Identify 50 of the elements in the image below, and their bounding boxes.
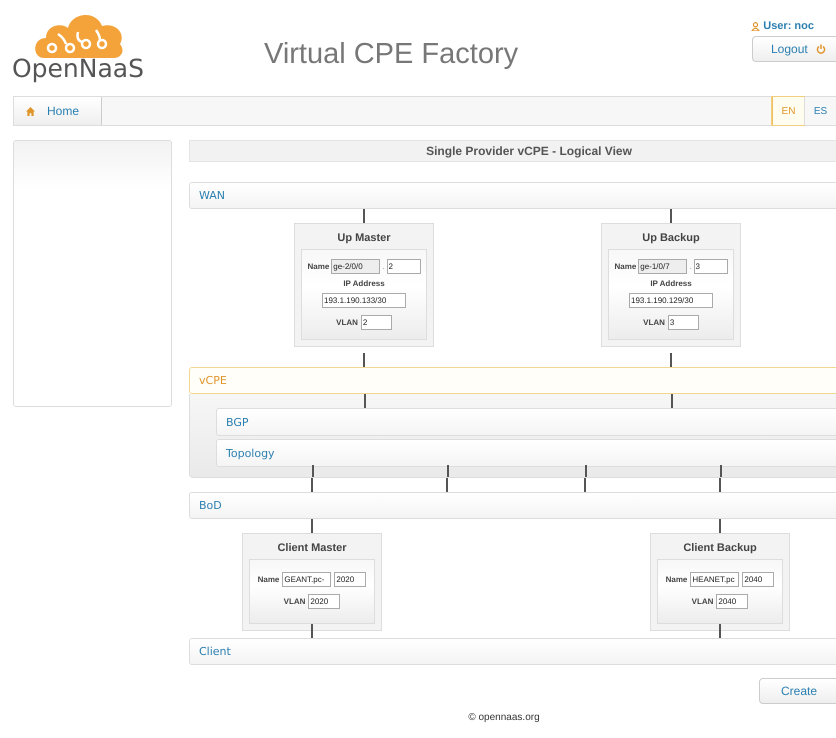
subsection-title: BGP	[226, 416, 249, 428]
field-label: Name	[258, 575, 280, 584]
section-title: WAN	[199, 189, 226, 202]
separator-text: .	[382, 262, 385, 271]
field-label: VLAN	[336, 318, 358, 327]
name-field[interactable]: GEANT.pc-	[282, 572, 332, 587]
unit-field[interactable]: 3	[694, 259, 728, 274]
user-icon	[751, 22, 760, 30]
ip-field[interactable]: 193.1.190.129/30	[629, 293, 713, 308]
home-button[interactable]: Home	[14, 97, 102, 125]
field-label: Name	[614, 262, 636, 271]
section-bar[interactable]: WAN	[189, 182, 836, 209]
subsection-bar[interactable]: Topology	[216, 439, 836, 467]
user-label: User: noc	[751, 20, 836, 32]
field-label: VLAN	[643, 318, 665, 327]
vlan-field[interactable]: 2020	[308, 594, 340, 609]
card-title: Up Backup	[642, 231, 700, 246]
separator-text: .	[689, 262, 692, 271]
unit-field[interactable]: 2040	[742, 572, 774, 587]
name-field[interactable]: HEANET.pc	[690, 572, 740, 587]
subsection-bar[interactable]: BGP	[216, 408, 836, 436]
vlan-field[interactable]: 3	[668, 315, 699, 330]
footer-text: © opennaas.org	[467, 711, 541, 723]
card-title: Client Master	[277, 541, 347, 556]
field-label: Name	[307, 262, 330, 271]
unit-field[interactable]: 2020	[334, 572, 366, 587]
section-title: BoD	[199, 499, 222, 512]
vlan-field[interactable]: 2	[360, 315, 392, 330]
logout-button[interactable]: Logout	[752, 36, 836, 62]
card-title: Client Backup	[683, 541, 757, 556]
field-label: VLAN	[284, 597, 306, 606]
section-bar[interactable]: Client	[189, 638, 836, 665]
home-icon	[26, 106, 35, 116]
unit-field[interactable]: 2	[386, 259, 421, 274]
page-title: Virtual CPE Factory	[264, 38, 518, 71]
section-title: vCPE	[199, 374, 227, 387]
section-title: Client	[199, 645, 231, 658]
logo-text: OpenNaaS	[12, 56, 144, 81]
section-bar[interactable]: BoD	[189, 492, 836, 519]
power-icon	[816, 44, 826, 54]
card-title: Up Master	[337, 231, 391, 246]
field-label: VLAN	[692, 597, 714, 606]
subsection-title: Topology	[226, 446, 275, 460]
ip-field[interactable]: 193.1.190.133/30	[322, 293, 406, 308]
field-label: IP Address	[650, 279, 692, 288]
view-title: Single Provider vCPE - Logical View	[189, 140, 836, 162]
field-label: IP Address	[343, 279, 385, 288]
vlan-field[interactable]: 2040	[716, 594, 748, 609]
create-button[interactable]: Create	[759, 678, 836, 704]
field-label: Name	[666, 575, 688, 584]
